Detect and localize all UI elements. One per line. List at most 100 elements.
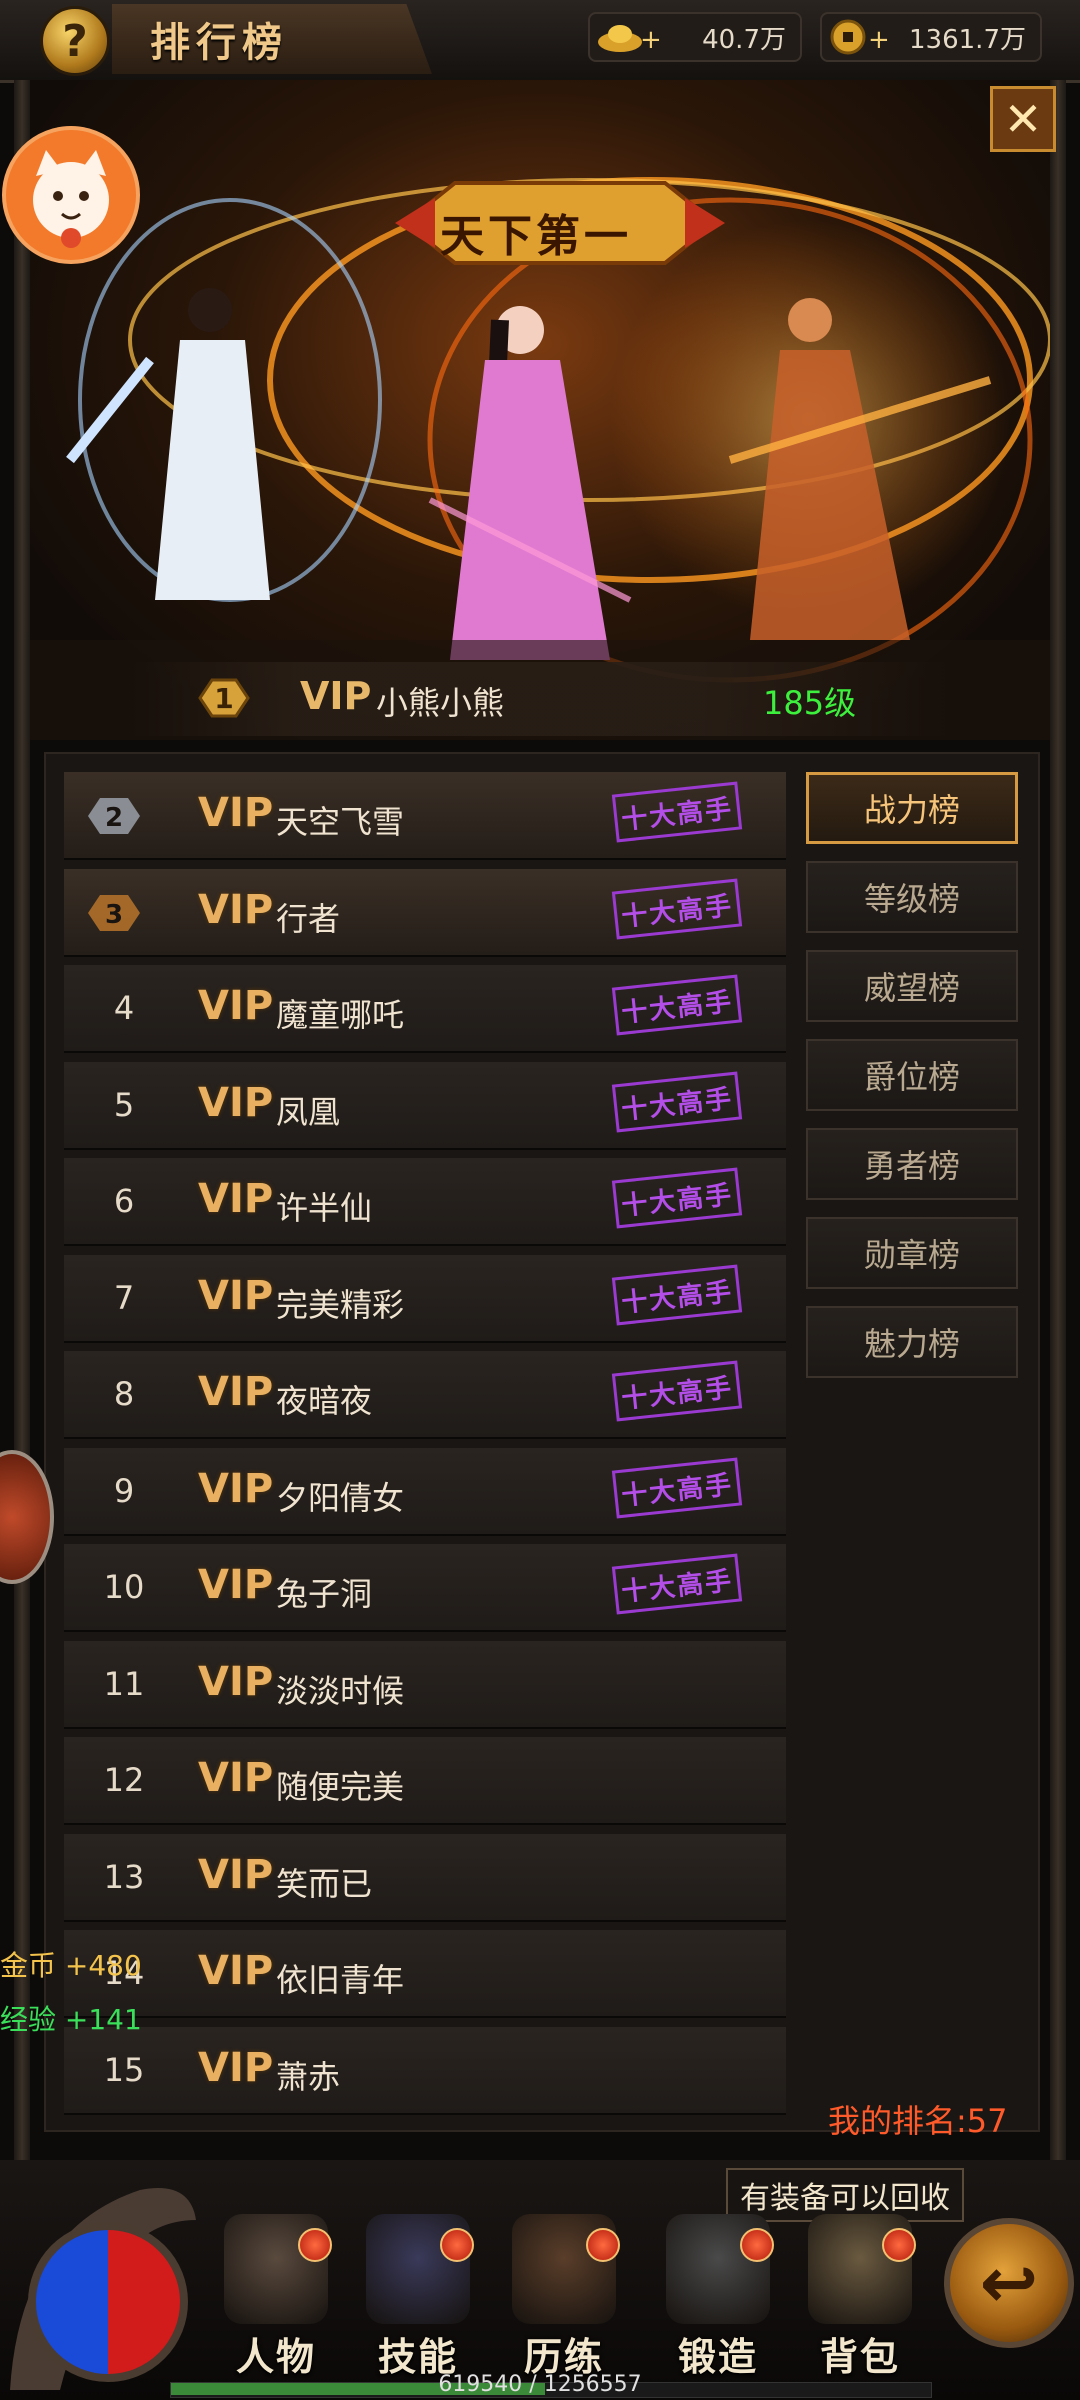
- vip-label: VIP: [198, 983, 274, 1029]
- my-rank: 我的排名:57: [828, 2102, 1008, 2140]
- rank-number: 13: [103, 1857, 145, 1896]
- top-ten-stamp: 十大高手: [611, 781, 743, 843]
- tab-3[interactable]: 爵位榜: [806, 1039, 1018, 1111]
- vip-label: VIP: [198, 1851, 274, 1898]
- exp-bar-text: 619540 / 1256557: [438, 2372, 642, 2397]
- nav-button-4[interactable]: 背包: [790, 2214, 930, 2379]
- top-one-badge-text: 天下第一: [440, 211, 632, 262]
- svg-text:3: 3: [105, 900, 123, 930]
- tab-6[interactable]: 魅力榜: [806, 1306, 1018, 1378]
- coin-balance: + 1361.7万: [820, 12, 1042, 62]
- champion-vip-label: VIP: [300, 674, 372, 718]
- vip-label: VIP: [198, 1369, 274, 1415]
- svg-text:+: +: [868, 25, 890, 55]
- rank-number: 9: [113, 1471, 135, 1510]
- player-name: 淡淡时候: [276, 1671, 405, 1710]
- player-name: 许半仙: [276, 1189, 373, 1227]
- vip-label: VIP: [198, 1176, 274, 1222]
- gold-ingot-icon: +: [598, 25, 660, 55]
- table-row[interactable]: 13 VIP 笑而已: [64, 1833, 786, 1922]
- rank-number: 10: [103, 1568, 145, 1606]
- top-ten-stamp: 十大高手: [611, 1457, 743, 1518]
- mascot-avatar[interactable]: [2, 126, 140, 264]
- silver-rank-medal-icon: 2: [88, 798, 140, 834]
- table-row[interactable]: 6 VIP 许半仙 十大高手: [64, 1158, 786, 1246]
- player-name: 随便完美: [276, 1768, 405, 1806]
- top-ten-stamp: 十大高手: [611, 974, 743, 1036]
- table-row[interactable]: 10 VIP 兔子洞 十大高手: [64, 1544, 786, 1632]
- player-name: 依旧青年: [276, 1961, 405, 1999]
- nav-button-1[interactable]: 技能: [348, 2214, 488, 2379]
- champion-name: 小熊小熊: [376, 684, 505, 722]
- vip-label: VIP: [198, 1755, 274, 1801]
- vip-label: VIP: [198, 886, 274, 933]
- notification-dot: [740, 2228, 774, 2262]
- svg-text:2: 2: [105, 803, 123, 833]
- rank-number: 15: [103, 2050, 145, 2089]
- top-ten-stamp: 十大高手: [611, 1071, 743, 1132]
- svg-text:+: +: [640, 25, 660, 55]
- vip-label: VIP: [198, 1948, 274, 1994]
- player-name: 完美精彩: [276, 1285, 405, 1324]
- vip-label: VIP: [198, 1272, 274, 1319]
- frame-right: [1050, 80, 1066, 2160]
- tab-2[interactable]: 威望榜: [806, 950, 1018, 1022]
- top-ten-stamp: 十大高手: [611, 1167, 743, 1229]
- tab-1[interactable]: 等级榜: [806, 861, 1018, 933]
- top-ten-stamp: 十大高手: [611, 1360, 743, 1422]
- rank-number: 6: [113, 1182, 135, 1220]
- champion-level: 185级: [763, 684, 857, 722]
- table-row[interactable]: 2 VIP 天空飞雪 十大高手: [64, 772, 786, 860]
- player-name: 笑而已: [276, 1864, 373, 1903]
- player-name: 夕阳倩女: [276, 1478, 405, 1517]
- rank-number: 8: [113, 1375, 135, 1413]
- table-row[interactable]: 3 VIP 行者 十大高手: [64, 868, 786, 957]
- left-hero-figure: [66, 288, 270, 600]
- page-title: 排行榜: [150, 20, 288, 66]
- frame-left: [14, 80, 30, 2160]
- top-ten-stamp: 十大高手: [611, 1264, 743, 1325]
- gold-ingot-value: 40.7万: [702, 24, 786, 55]
- table-row[interactable]: 12 VIP 随便完美: [64, 1737, 786, 1825]
- table-row[interactable]: 11 VIP 淡淡时候: [64, 1640, 786, 1729]
- nav-button-3[interactable]: 锻造: [648, 2214, 788, 2379]
- table-row[interactable]: 9 VIP 夕阳倩女 十大高手: [64, 1447, 786, 1536]
- table-row[interactable]: 5 VIP 凤凰 十大高手: [64, 1061, 786, 1150]
- rank-number: 12: [103, 1761, 145, 1799]
- vip-label: VIP: [198, 1079, 274, 1126]
- gold-ingot-balance: + 40.7万: [588, 12, 802, 62]
- bronze-rank-medal-icon: 3: [88, 894, 140, 931]
- tab-0[interactable]: 战力榜: [806, 772, 1018, 844]
- player-name: 兔子洞: [276, 1575, 373, 1613]
- table-row[interactable]: 7 VIP 完美精彩 十大高手: [64, 1254, 786, 1343]
- close-button[interactable]: ✕: [990, 86, 1056, 152]
- tab-4[interactable]: 勇者榜: [806, 1128, 1018, 1200]
- cat-mascot-icon: [33, 150, 109, 248]
- help-icon[interactable]: ?: [40, 6, 110, 76]
- rank-number: 5: [113, 1085, 135, 1124]
- vip-label: VIP: [198, 2044, 274, 2091]
- center-hero-figure: [428, 306, 632, 660]
- table-row[interactable]: 4 VIP 魔童哪吒 十大高手: [64, 965, 786, 1053]
- rank-number: 4: [113, 989, 135, 1027]
- nav-button-2[interactable]: 历练: [494, 2214, 634, 2379]
- player-name: 魔童哪吒: [276, 996, 405, 1034]
- notification-dot: [882, 2228, 916, 2262]
- vip-label: VIP: [198, 790, 274, 836]
- top-ten-stamp: 十大高手: [611, 1553, 743, 1615]
- top-ten-stamp: 十大高手: [611, 878, 743, 939]
- table-row[interactable]: 15 VIP 萧赤: [64, 2026, 786, 2115]
- back-button[interactable]: ↩: [944, 2218, 1074, 2348]
- vip-label: VIP: [198, 1562, 274, 1608]
- table-row[interactable]: 14 VIP 依旧青年: [64, 1930, 786, 2018]
- coin-value: 1361.7万: [909, 24, 1026, 55]
- player-name: 凤凰: [276, 1092, 341, 1131]
- rank-number: 7: [113, 1278, 135, 1317]
- rank-number: 11: [103, 1664, 145, 1703]
- tab-5[interactable]: 勋章榜: [806, 1217, 1018, 1289]
- yin-yang-orb-button[interactable]: [28, 2222, 188, 2382]
- vip-label: VIP: [198, 1658, 274, 1705]
- nav-button-0[interactable]: 人物: [206, 2214, 346, 2379]
- exp-gain-message: 经验 +141: [0, 2003, 142, 2036]
- table-row[interactable]: 8 VIP 夜暗夜 十大高手: [64, 1351, 786, 1439]
